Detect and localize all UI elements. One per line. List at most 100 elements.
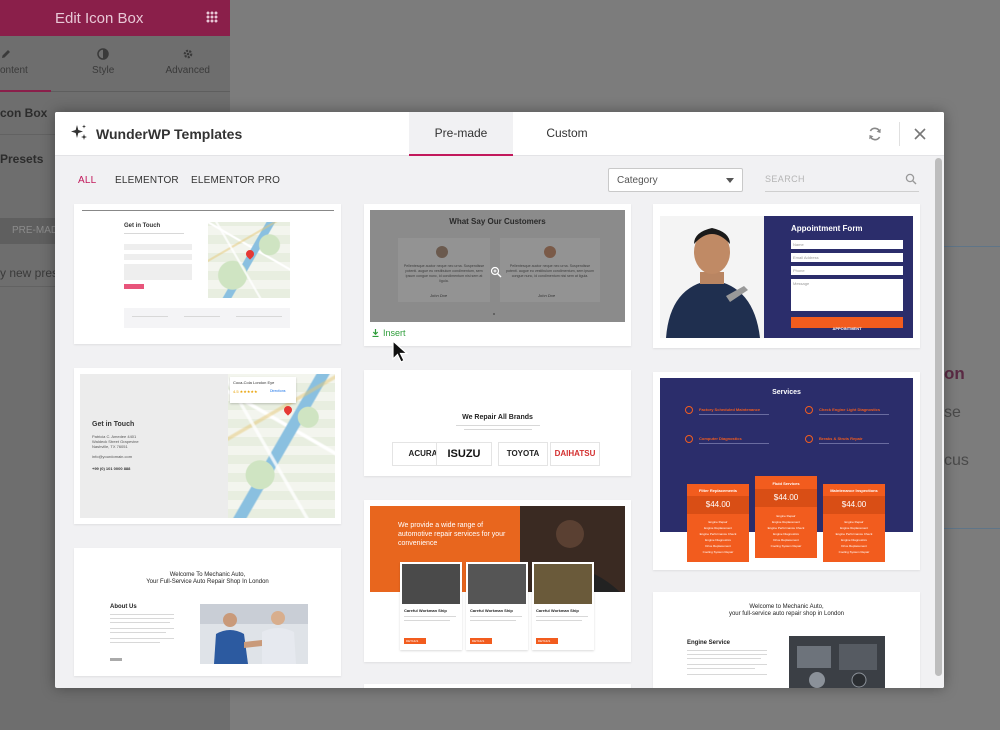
text-line — [687, 664, 767, 665]
search-input[interactable] — [765, 168, 895, 190]
text-line — [536, 616, 588, 617]
text-line — [236, 316, 282, 317]
template-card-appointment[interactable]: Appointment Form Name Email Address Phon… — [653, 204, 920, 348]
insert-button[interactable]: Insert — [372, 328, 406, 338]
text-line — [699, 443, 769, 444]
map-thumbnail — [208, 222, 290, 298]
text-line — [819, 443, 889, 444]
canvas-line — [943, 528, 1000, 529]
close-icon[interactable] — [912, 126, 928, 142]
search-box — [765, 168, 919, 192]
link-line — [110, 658, 122, 661]
service-title: Careful Workman Ship — [470, 608, 513, 613]
service-button: DETAILS — [404, 638, 426, 644]
testimonial-quote: Pellentesque auctor neque nec urna. Susp… — [506, 264, 594, 278]
engine-heading: Engine Service — [687, 640, 731, 646]
form-field-phone: Phone — [791, 266, 903, 275]
tab-style[interactable]: Style — [61, 36, 146, 91]
category-select-value: Category — [617, 175, 658, 186]
text-line — [110, 618, 174, 619]
premade-button[interactable]: PRE-MAD — [0, 218, 62, 244]
category-select[interactable]: Category — [608, 168, 743, 192]
tab-custom[interactable]: Custom — [519, 112, 615, 156]
editor-panel-title: Edit Icon Box — [55, 9, 144, 27]
text-line — [464, 429, 532, 430]
text-line — [110, 628, 174, 629]
editor-tabs: ontent Style Advanced — [0, 36, 230, 92]
template-card-about[interactable]: Welcome To Mechanic Auto, Your Full-Serv… — [74, 548, 341, 676]
phone-text: +99 (0) 101 0000 888 — [92, 466, 131, 471]
text-line — [184, 316, 220, 317]
form-field — [124, 244, 192, 250]
cursor-icon — [392, 340, 409, 363]
template-card-contact[interactable]: Get in Touch — [74, 204, 341, 344]
text-line — [470, 616, 522, 617]
template-card-services-grid[interactable]: We provide a wide range of automotive re… — [364, 500, 631, 662]
template-card-partial[interactable] — [364, 684, 631, 688]
text-line — [110, 638, 174, 639]
text-line — [110, 622, 170, 623]
card-heading: What Say Our Customers — [449, 217, 546, 226]
template-card-brands[interactable]: We Repair All Brands ACURA ISUZU TOYOTA … — [364, 370, 631, 476]
slider-dot — [493, 313, 495, 315]
pricing-plan: Fluid Services $44.00 Engine Repair Engi… — [755, 476, 817, 558]
text-line — [687, 674, 767, 675]
welcome-line-2: Your Full-Service Auto Repair Shop In Lo… — [146, 579, 269, 585]
hero-heading-line: automotive repair services for your — [398, 531, 506, 538]
template-card-testimonials[interactable]: What Say Our Customers Pellentesque auct… — [364, 204, 631, 346]
service-card: Careful Workman Ship DETAILS — [466, 562, 528, 650]
grid-icon[interactable] — [206, 11, 218, 23]
service-button: DETAILS — [536, 638, 558, 644]
card-heading: We Repair All Brands — [462, 414, 533, 421]
scrollbar-thumb[interactable] — [935, 158, 942, 676]
handshake-photo — [200, 604, 308, 664]
template-card-engine-service[interactable]: Welcome to Mechanic Auto, your full-serv… — [653, 592, 920, 688]
service-title: Careful Workman Ship — [536, 608, 579, 613]
modal-title: WunderWP Templates — [96, 126, 243, 142]
section-heading: Services — [772, 389, 801, 396]
insert-label: Insert — [383, 328, 406, 338]
form-field-email: Email Address — [791, 253, 903, 262]
service-card: Careful Workman Ship DETAILS — [532, 562, 594, 650]
sparkle-logo-icon — [71, 124, 87, 140]
filter-elementor-pro[interactable]: ELEMENTOR PRO — [191, 175, 280, 186]
canvas-text: se — [944, 404, 961, 421]
template-card-contact-map[interactable]: Get in Touch Patricia C. Amedee 4401 Wal… — [74, 368, 341, 524]
download-icon — [372, 329, 379, 337]
tab-premade[interactable]: Pre-made — [409, 112, 513, 156]
testimonial-name: John Doe — [538, 293, 556, 298]
hero-heading-line: convenience — [398, 540, 438, 547]
scrollbar[interactable] — [933, 156, 944, 688]
map-info-box: Coca-Cola London Eye 4.5 ★★★★★ Direction… — [230, 377, 296, 403]
text-line — [110, 642, 160, 643]
wrench-icon — [685, 406, 693, 414]
canvas-line — [943, 246, 1000, 247]
form-heading: Appointment Form — [791, 224, 863, 233]
service-item: Factory Scheduled Maintenance — [699, 407, 761, 412]
form-field-name: Name — [791, 240, 903, 249]
text-line — [687, 658, 761, 659]
canvas-text: cus — [944, 452, 969, 469]
sync-icon[interactable] — [867, 126, 883, 142]
form-field — [124, 264, 192, 280]
divider — [82, 210, 334, 211]
zoom-icon[interactable] — [490, 266, 502, 278]
search-icon[interactable] — [905, 173, 917, 185]
pencil-icon — [2, 50, 10, 58]
avatar — [436, 246, 448, 258]
filter-all[interactable]: ALL — [78, 175, 96, 186]
mechanic-photo — [660, 216, 764, 338]
text-line — [404, 620, 450, 621]
text-line — [536, 620, 582, 621]
service-photo — [534, 564, 592, 604]
filter-elementor[interactable]: ELEMENTOR — [115, 175, 179, 186]
tab-content[interactable]: ontent — [0, 36, 61, 92]
card-heading: Get in Touch — [92, 421, 135, 428]
section-icon-box[interactable]: con Box — [0, 106, 47, 120]
tab-advanced[interactable]: Advanced — [145, 36, 230, 91]
editor-panel-header: Edit Icon Box — [0, 0, 230, 36]
section-presets[interactable]: Presets — [0, 152, 43, 166]
templates-modal: WunderWP Templates Pre-made Custom ALL E… — [55, 112, 944, 688]
template-card-pricing[interactable]: Services Factory Scheduled Maintenance C… — [653, 372, 920, 570]
map-rating: 4.5 ★★★★★ — [233, 389, 258, 394]
